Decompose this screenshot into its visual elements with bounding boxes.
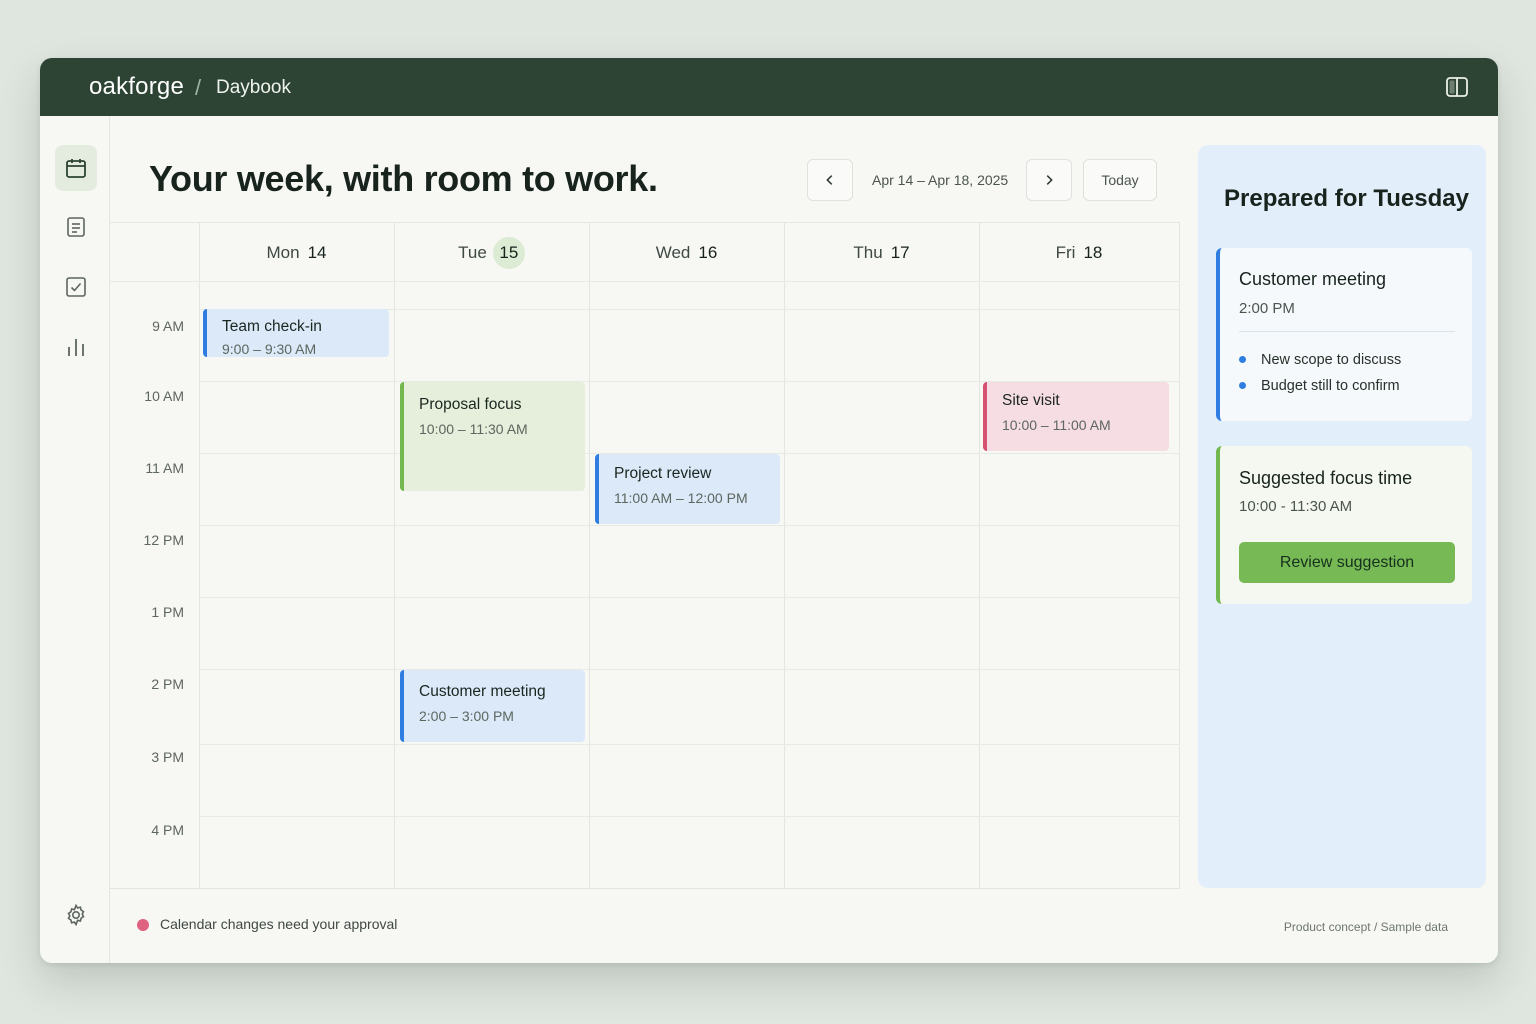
prep-panel: Prepared for Tuesday Customer meeting 2:… <box>1198 145 1486 888</box>
event-title: Customer meeting <box>419 683 546 700</box>
prev-week-button[interactable] <box>807 159 853 201</box>
meeting-prep-card[interactable]: Customer meeting 2:00 PM New scope to di… <box>1216 248 1472 421</box>
review-suggestion-button[interactable]: Review suggestion <box>1239 542 1455 583</box>
day-header-thu[interactable]: Thu 17 <box>784 243 979 263</box>
card-title: Customer meeting <box>1239 269 1387 289</box>
nav-settings[interactable] <box>55 892 97 938</box>
prep-bullet: Budget still to confirm <box>1239 378 1400 394</box>
day-name: Tue <box>458 243 487 262</box>
event-time: 10:00 – 11:30 AM <box>419 421 528 437</box>
event-team-check-in[interactable]: Team check-in 9:00 – 9:30 AM <box>203 309 389 357</box>
nav-notes[interactable] <box>55 204 97 250</box>
week-calendar-grid: Mon 14 Tue 15 Wed 16 Thu 17 Fri 18 9 AM 10 AM… <box>110 222 1180 889</box>
day-header-wed[interactable]: Wed 16 <box>589 243 784 263</box>
day-name: Fri <box>1055 243 1076 262</box>
bar-chart-icon <box>68 339 84 356</box>
day-name: Mon <box>266 243 300 262</box>
day-number: 18 <box>1083 243 1103 262</box>
today-day-number: 15 <box>492 237 525 269</box>
panel-title: Prepared for Tuesday <box>1224 185 1469 212</box>
time-label: 12 PM <box>143 532 184 548</box>
breadcrumb-separator: / <box>195 75 202 100</box>
day-number: 17 <box>890 243 910 262</box>
brand-logo[interactable]: oakforge <box>89 73 184 101</box>
prep-bullet: New scope to discuss <box>1239 352 1401 368</box>
chevron-right-icon <box>1046 175 1053 185</box>
chevron-left-icon <box>826 175 833 185</box>
date-range-label: Apr 14 – Apr 18, 2025 <box>872 172 1009 188</box>
day-name: Wed <box>655 243 691 262</box>
approval-status-dot <box>137 919 149 931</box>
checkbox-icon <box>66 277 86 297</box>
event-title: Site visit <box>1002 392 1060 409</box>
time-label: 4 PM <box>151 822 184 838</box>
event-time: 9:00 – 9:30 AM <box>222 341 317 357</box>
day-name: Thu <box>853 243 883 262</box>
today-button[interactable]: Today <box>1083 159 1157 201</box>
event-time: 11:00 AM – 12:00 PM <box>614 490 748 506</box>
nav-calendar[interactable] <box>55 145 97 191</box>
event-title: Proposal focus <box>419 396 522 413</box>
event-site-visit[interactable]: Site visit 10:00 – 11:00 AM <box>983 382 1169 451</box>
day-header-mon[interactable]: Mon 14 <box>199 243 394 263</box>
calendar-icon <box>66 159 86 178</box>
card-title: Suggested focus time <box>1239 468 1413 488</box>
event-customer-meeting[interactable]: Customer meeting 2:00 – 3:00 PM <box>400 670 585 742</box>
day-number: 16 <box>698 243 718 262</box>
event-project-review[interactable]: Project review 11:00 AM – 12:00 PM <box>595 454 780 524</box>
day-header-fri[interactable]: Fri 18 <box>979 243 1179 263</box>
gear-icon <box>67 903 85 927</box>
nav-reports[interactable] <box>55 324 97 370</box>
card-time: 2:00 PM <box>1239 300 1295 317</box>
app-window: oakforge / Daybook Your week, with room … <box>40 58 1498 963</box>
card-divider <box>1239 331 1455 332</box>
event-time: 10:00 – 11:00 AM <box>1002 417 1111 433</box>
time-label: 11 AM <box>145 460 184 476</box>
event-proposal-focus[interactable]: Proposal focus 10:00 – 11:30 AM <box>400 382 585 491</box>
next-week-button[interactable] <box>1026 159 1072 201</box>
time-label: 9 AM <box>152 318 184 334</box>
event-time: 2:00 – 3:00 PM <box>419 708 514 724</box>
day-number: 14 <box>307 243 327 262</box>
sidebar <box>40 116 110 963</box>
page-title: Your week, with room to work. <box>149 158 658 199</box>
event-title: Project review <box>614 465 712 482</box>
document-icon <box>67 217 85 237</box>
split-panel-icon[interactable] <box>1446 77 1468 97</box>
footer-meta: Product concept / Sample data <box>1283 920 1448 934</box>
top-bar: oakforge / Daybook <box>40 58 1498 116</box>
card-time: 10:00 - 11:30 AM <box>1239 498 1353 515</box>
time-label: 2 PM <box>151 676 184 692</box>
focus-suggestion-card: Suggested focus time 10:00 - 11:30 AM Re… <box>1216 446 1472 604</box>
approval-notice: Calendar changes need your approval <box>160 916 398 932</box>
breadcrumb-section[interactable]: Daybook <box>216 77 291 99</box>
time-label: 1 PM <box>151 604 184 620</box>
time-label: 3 PM <box>151 749 184 765</box>
nav-tasks[interactable] <box>55 264 97 310</box>
time-label: 10 AM <box>144 388 184 404</box>
day-header-tue[interactable]: Tue 15 <box>394 237 589 269</box>
event-title: Team check-in <box>222 318 322 335</box>
